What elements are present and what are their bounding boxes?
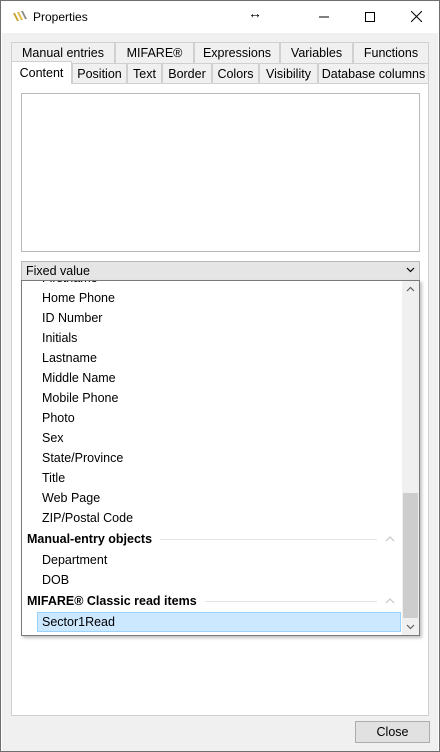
group-divider: [204, 600, 377, 602]
tab-border[interactable]: Border: [162, 63, 212, 84]
tab-expressions[interactable]: Expressions: [194, 42, 280, 63]
list-item[interactable]: Initials: [22, 328, 403, 348]
group-header-manual-entry: Manual-entry objects: [22, 528, 403, 550]
chevron-up-icon: [406, 286, 415, 292]
list-item[interactable]: Lastname: [22, 348, 403, 368]
list-item[interactable]: Department: [22, 550, 403, 570]
tab-variables[interactable]: Variables: [280, 42, 353, 63]
chevron-down-icon: [406, 624, 415, 630]
list-item[interactable]: ID Number: [22, 308, 403, 328]
list-item[interactable]: State/Province: [22, 448, 403, 468]
tab-mifare[interactable]: MIFARE®: [115, 42, 194, 63]
dropdown-items: Firstname Home Phone ID Number Initials …: [22, 281, 403, 632]
list-item[interactable]: Firstname: [22, 281, 403, 288]
tab-database-columns[interactable]: Database columns: [318, 63, 429, 84]
source-type-value: Fixed value: [26, 264, 90, 278]
tab-content[interactable]: Content: [11, 61, 72, 84]
tab-manual-entries[interactable]: Manual entries: [11, 42, 115, 63]
list-item[interactable]: Middle Name: [22, 368, 403, 388]
dropdown-scrollbar[interactable]: [402, 281, 419, 635]
maximize-icon: [365, 11, 375, 22]
tab-visibility[interactable]: Visibility: [259, 63, 318, 84]
tab-position[interactable]: Position: [72, 63, 127, 84]
group-header-label: Manual-entry objects: [27, 532, 153, 546]
minimize-icon: [319, 16, 329, 17]
scroll-down-button[interactable]: [402, 618, 419, 635]
maximize-button[interactable]: [347, 1, 393, 32]
content-tab-panel: Fixed value Firstname Home Phone ID Numb…: [11, 83, 429, 716]
scroll-up-button[interactable]: [402, 281, 419, 298]
tab-text[interactable]: Text: [127, 63, 162, 84]
tab-functions[interactable]: Functions: [353, 42, 429, 63]
list-item[interactable]: DOB: [22, 570, 403, 590]
source-type-select[interactable]: Fixed value: [21, 261, 420, 281]
group-header-mifare: MIFARE® Classic read items: [22, 590, 403, 612]
list-item[interactable]: Sex: [22, 428, 403, 448]
list-item[interactable]: Title: [22, 468, 403, 488]
minimize-button[interactable]: [301, 1, 347, 32]
list-item[interactable]: ZIP/Postal Code: [22, 508, 403, 528]
group-divider: [160, 538, 377, 540]
client-area: Manual entries MIFARE® Expressions Varia…: [2, 33, 438, 751]
app-logo-icon: [13, 11, 27, 21]
collapse-icon[interactable]: [385, 534, 395, 544]
collapse-icon[interactable]: [385, 596, 395, 606]
resize-cursor-icon: ↔: [248, 5, 262, 21]
list-item[interactable]: Mobile Phone: [22, 388, 403, 408]
close-window-button[interactable]: [393, 1, 439, 32]
title-bar[interactable]: Properties ↔: [1, 1, 439, 33]
close-button[interactable]: Close: [355, 721, 430, 743]
close-icon: [410, 11, 422, 22]
list-item-selected[interactable]: Sector1Read: [37, 612, 401, 632]
list-item[interactable]: Photo: [22, 408, 403, 428]
chevron-down-icon: [406, 267, 415, 273]
source-dropdown-list[interactable]: Firstname Home Phone ID Number Initials …: [21, 280, 420, 636]
tab-colors[interactable]: Colors: [212, 63, 259, 84]
content-text-area[interactable]: [21, 93, 420, 252]
scroll-thumb[interactable]: [403, 493, 418, 618]
properties-window: Properties ↔ Manual entries MIFARE® Expr…: [0, 0, 440, 752]
list-item[interactable]: Home Phone: [22, 288, 403, 308]
window-title: Properties: [33, 10, 88, 24]
list-item[interactable]: Web Page: [22, 488, 403, 508]
group-header-label: MIFARE® Classic read items: [27, 594, 197, 608]
